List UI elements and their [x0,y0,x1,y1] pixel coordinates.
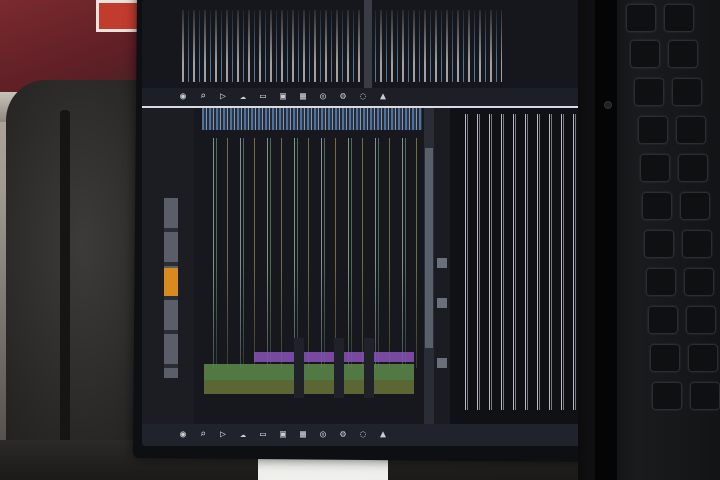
app-icon[interactable]: ◉ [178,92,188,102]
code-lines [204,138,419,368]
grid-icon[interactable]: ▦ [298,430,308,440]
scroll-thumb[interactable] [425,148,433,348]
webcam [605,102,611,108]
photo-scene: ◉ ⌕ ▷ ☁ ▭ ▣ ▦ ◎ ⚙ ◌ ▲ ◉ ⌕ ▷ ☁ ▭ ▣ ▦ ◎ ⚙ … [0,0,720,480]
keyboard-key[interactable] [680,192,710,220]
olive-highlight-row [204,380,414,394]
globe-icon[interactable]: ◎ [318,92,328,102]
cloud-icon[interactable]: ☁ [238,92,248,102]
grid-icon[interactable]: ▦ [298,92,308,102]
keyboard-key[interactable] [638,116,668,144]
green-highlight-row [204,364,414,380]
top-taskbar: ◉ ⌕ ▷ ☁ ▭ ▣ ▦ ◎ ⚙ ◌ ▲ [142,88,590,106]
folder-icon[interactable]: ▭ [258,92,268,102]
keyboard-key[interactable] [672,78,702,106]
terminal-icon[interactable]: ▷ [218,430,228,440]
rotated-code-text [182,10,502,82]
laptop-keyboard [620,0,720,440]
window-icon[interactable]: ▣ [278,430,288,440]
editor-scrollbar[interactable] [424,108,434,424]
keyboard-key[interactable] [678,154,708,182]
keyboard-key[interactable] [634,78,664,106]
toolbar-icon[interactable] [437,298,447,308]
search-icon[interactable]: ⌕ [198,92,208,102]
column-gap [294,338,304,398]
output-pane [450,108,590,424]
laptop-hinge [595,0,617,480]
keyboard-key[interactable] [682,230,712,258]
editor-tab-strip [142,108,194,424]
column-gap [364,338,374,398]
output-text [460,114,584,410]
terminal-icon[interactable]: ▷ [218,92,228,102]
chat-icon[interactable]: ◌ [358,92,368,102]
keyboard-key[interactable] [650,344,680,372]
settings-icon[interactable]: ⚙ [338,92,348,102]
keyboard-key[interactable] [640,154,670,182]
keyboard-key[interactable] [676,116,706,144]
bottom-taskbar: ◉ ⌕ ▷ ☁ ▭ ▣ ▦ ◎ ⚙ ◌ ▲ [142,424,590,446]
toolbar-icon[interactable] [437,258,447,268]
app-icon[interactable]: ◉ [178,430,188,440]
globe-icon[interactable]: ◎ [318,430,328,440]
android-icon[interactable]: ▲ [378,92,388,102]
keyboard-key[interactable] [630,40,660,68]
toolbar-icon[interactable] [437,358,447,368]
window-icon[interactable]: ▣ [278,92,288,102]
android-icon[interactable]: ▲ [378,430,388,440]
keyboard-key[interactable] [668,40,698,68]
backpack-zipper [60,110,70,470]
active-tab-marker [164,268,178,296]
keyboard-key[interactable] [644,230,674,258]
keyboard-key[interactable] [690,382,720,410]
chat-icon[interactable]: ◌ [358,430,368,440]
keyboard-key[interactable] [642,192,672,220]
keyboard-key[interactable] [664,4,694,32]
cloud-icon[interactable]: ☁ [238,430,248,440]
keyboard-key[interactable] [684,268,714,296]
keyboard-key[interactable] [626,4,656,32]
keyboard-key[interactable] [646,268,676,296]
settings-icon[interactable]: ⚙ [338,430,348,440]
column-gap [334,338,344,398]
keyboard-key[interactable] [648,306,678,334]
keyboard-key[interactable] [652,382,682,410]
search-icon[interactable]: ⌕ [198,430,208,440]
monitor-screen: ◉ ⌕ ▷ ☁ ▭ ▣ ▦ ◎ ⚙ ◌ ▲ ◉ ⌕ ▷ ☁ ▭ ▣ ▦ ◎ ⚙ … [142,0,590,446]
keyboard-key[interactable] [686,306,716,334]
side-toolbar [434,108,450,424]
keyboard-key[interactable] [688,344,718,372]
waveform-strip [202,108,422,130]
pane-divider [364,0,372,88]
code-editor [194,108,424,424]
folder-icon[interactable]: ▭ [258,430,268,440]
top-code-pane [142,0,590,88]
